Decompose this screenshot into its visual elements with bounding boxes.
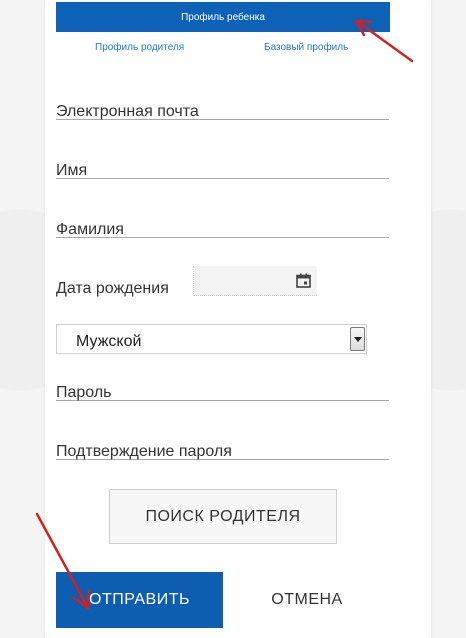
cancel-button[interactable]: ОТМЕНА: [242, 572, 372, 628]
password-field[interactable]: Пароль: [56, 379, 389, 401]
birth-date-label: Дата рождения: [56, 280, 169, 297]
search-parent-button[interactable]: ПОИСК РОДИТЕЛЯ: [109, 489, 337, 544]
gender-select[interactable]: Мужской: [56, 324, 367, 354]
gender-select-value: Мужской: [76, 333, 142, 350]
tab-parent-profile[interactable]: Профиль родителя: [95, 42, 184, 53]
first-name-field[interactable]: Имя: [56, 157, 389, 179]
last-name-placeholder: Фамилия: [56, 221, 124, 238]
submit-button[interactable]: ОТПРАВИТЬ: [56, 572, 223, 628]
last-name-field[interactable]: Фамилия: [56, 216, 389, 238]
tab-child-profile-label: Профиль ребенка: [181, 11, 265, 23]
birth-date-input[interactable]: [193, 266, 317, 296]
tab-basic-profile[interactable]: Базовый профиль: [264, 42, 348, 53]
search-parent-label: ПОИСК РОДИТЕЛЯ: [145, 507, 301, 525]
password-confirm-placeholder: Подтверждение пароля: [56, 443, 232, 460]
email-field[interactable]: Электронная почта: [56, 98, 389, 120]
first-name-placeholder: Имя: [56, 162, 88, 179]
cancel-label: ОТМЕНА: [271, 591, 343, 608]
dropdown-arrow-icon[interactable]: [350, 327, 365, 351]
submit-label: ОТПРАВИТЬ: [89, 591, 190, 608]
password-placeholder: Пароль: [56, 384, 112, 401]
tab-child-profile[interactable]: Профиль ребенка: [56, 2, 390, 32]
password-confirm-field[interactable]: Подтверждение пароля: [56, 438, 389, 460]
calendar-icon[interactable]: [296, 273, 311, 288]
email-placeholder: Электронная почта: [56, 103, 199, 120]
